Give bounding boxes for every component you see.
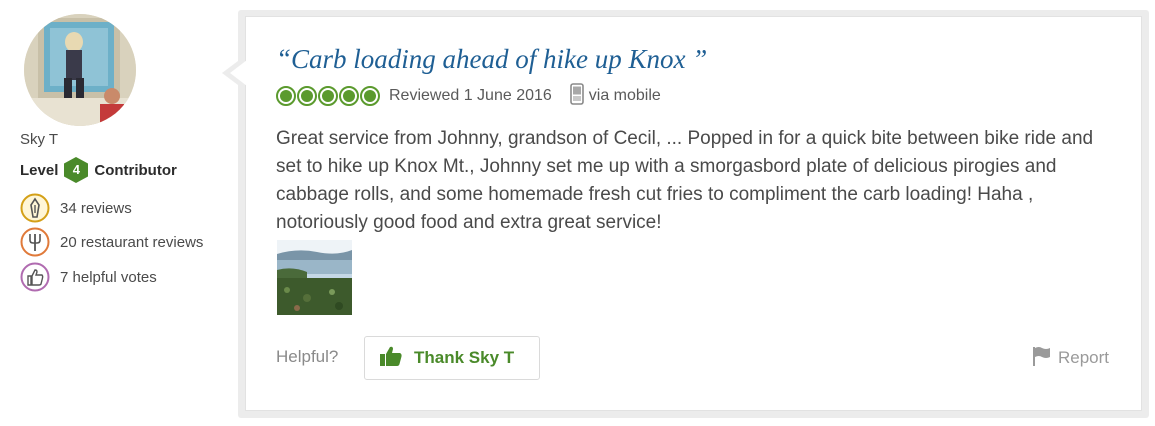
level-suffix: Contributor (94, 161, 177, 179)
thank-button[interactable]: Thank Sky T (364, 336, 540, 380)
via-mobile: via mobile (588, 87, 661, 104)
level-prefix: Level (20, 161, 59, 179)
member-info: Sky T Level 4 Contributor 34 reviews 20 … (0, 0, 235, 426)
level-badge-icon: 4 (64, 157, 89, 183)
card-pointer-inner (230, 60, 247, 86)
report-link[interactable]: Report (1032, 346, 1110, 371)
badge-reviews: 34 reviews (20, 193, 132, 223)
review-photo[interactable] (277, 240, 352, 315)
reviewed-date: Reviewed 1 June 2016 (389, 87, 552, 104)
level-number: 4 (72, 162, 80, 177)
review-meta: Reviewed 1 June 2016 via mobile (276, 82, 661, 110)
badge-helpful-label: 7 helpful votes (60, 268, 157, 286)
badge-reviews-label: 34 reviews (60, 199, 132, 217)
flag-icon (1032, 346, 1052, 371)
contributor-level: Level 4 Contributor (20, 157, 177, 183)
rating-bubbles (276, 86, 381, 106)
mobile-phone-icon (569, 82, 584, 110)
badge-helpful-votes: 7 helpful votes (20, 262, 157, 292)
thumbs-up-icon (20, 262, 50, 292)
report-label: Report (1058, 348, 1110, 367)
review-body: Great service from Johnny, grandson of C… (276, 128, 1094, 233)
badge-restaurant-reviews: 20 restaurant reviews (20, 227, 203, 257)
badge-restaurant-label: 20 restaurant reviews (60, 233, 204, 251)
rating-bubble-icon (318, 86, 338, 106)
review-title[interactable]: “Carb loading ahead of hike up Knox ” (276, 44, 707, 75)
reviews-pen-icon (20, 193, 50, 223)
thank-button-label: Thank Sky T (414, 348, 515, 367)
rating-bubble-icon (276, 86, 296, 106)
username[interactable]: Sky T (20, 131, 58, 148)
rating-bubble-icon (360, 86, 380, 106)
thumbs-up-icon (380, 346, 402, 371)
avatar[interactable] (24, 14, 136, 126)
rating-bubble-icon (297, 86, 317, 106)
rating-bubble-icon (339, 86, 359, 106)
fork-restaurant-icon (20, 227, 50, 257)
helpful-label: Helpful? (276, 347, 339, 366)
